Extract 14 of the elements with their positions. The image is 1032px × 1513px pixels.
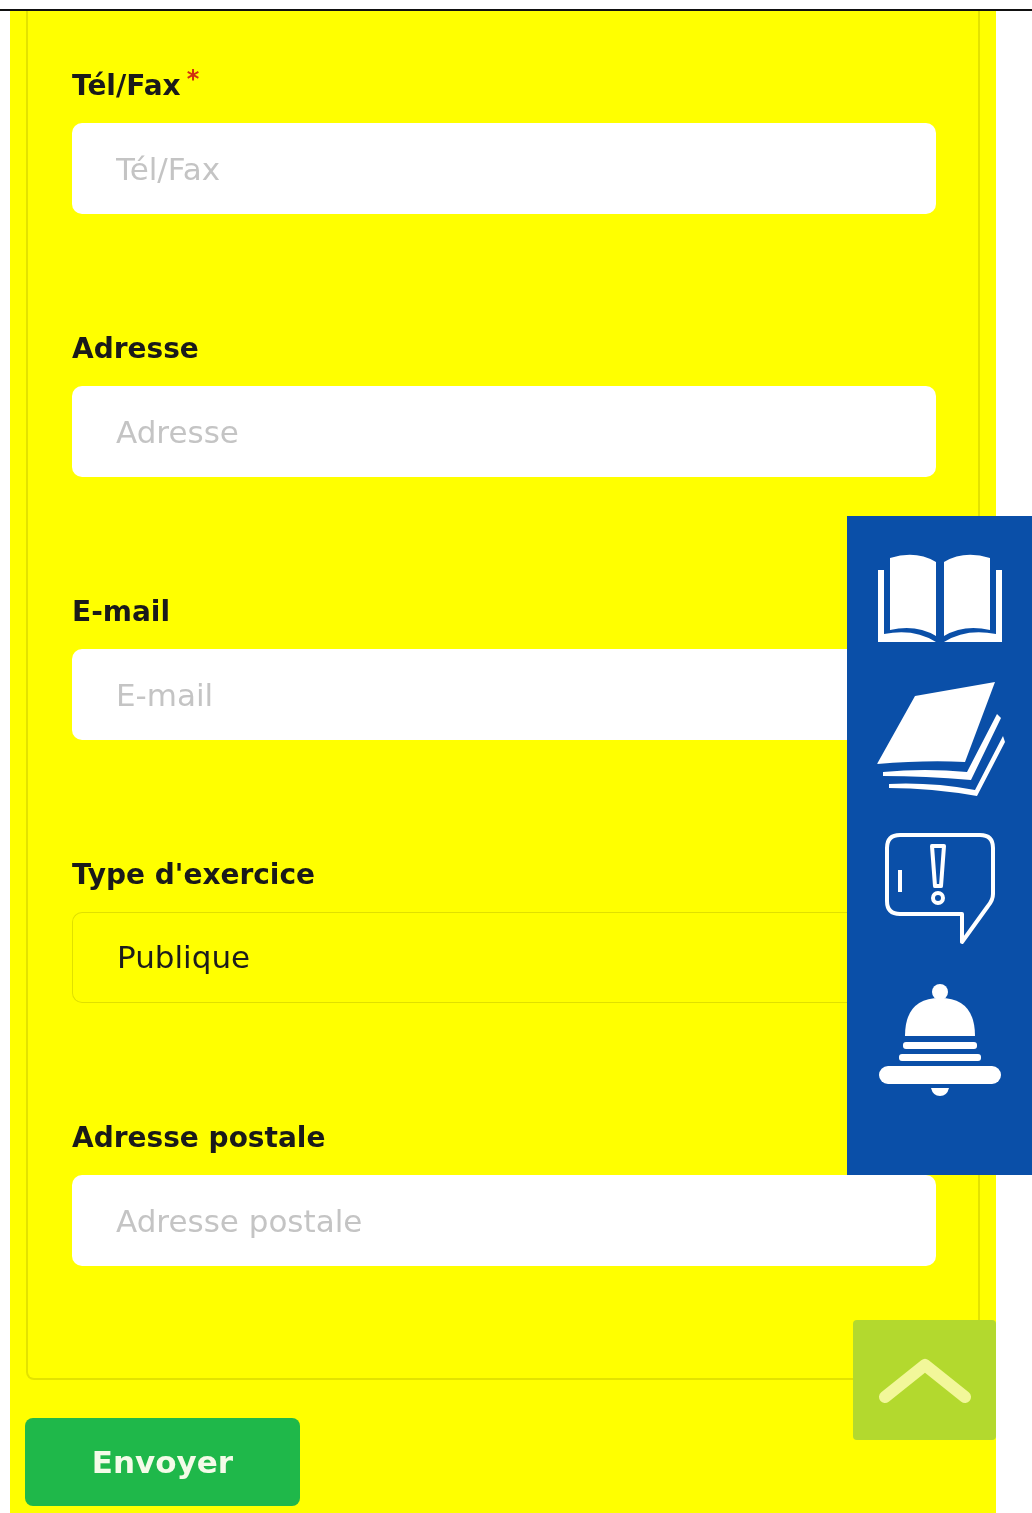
field-label: Adresse bbox=[72, 332, 199, 366]
input-field[interactable]: Adresse bbox=[72, 386, 936, 477]
required-mark: * bbox=[186, 69, 200, 89]
bell-icon[interactable] bbox=[878, 984, 1001, 1098]
field-label: Adresse postale bbox=[72, 1121, 326, 1155]
input-field[interactable]: Tél/Fax bbox=[72, 123, 936, 214]
input-field[interactable]: Adresse postale bbox=[72, 1175, 936, 1266]
field-label: E-mail bbox=[72, 595, 170, 629]
field-label: Type d'exercice bbox=[72, 858, 316, 892]
field-label: Tél/Fax bbox=[72, 69, 181, 103]
booklet-icon[interactable] bbox=[874, 680, 1005, 796]
input-field[interactable]: E-mail bbox=[72, 649, 847, 740]
book-icon[interactable] bbox=[875, 552, 1004, 644]
select-field[interactable]: Publique bbox=[72, 912, 847, 1003]
